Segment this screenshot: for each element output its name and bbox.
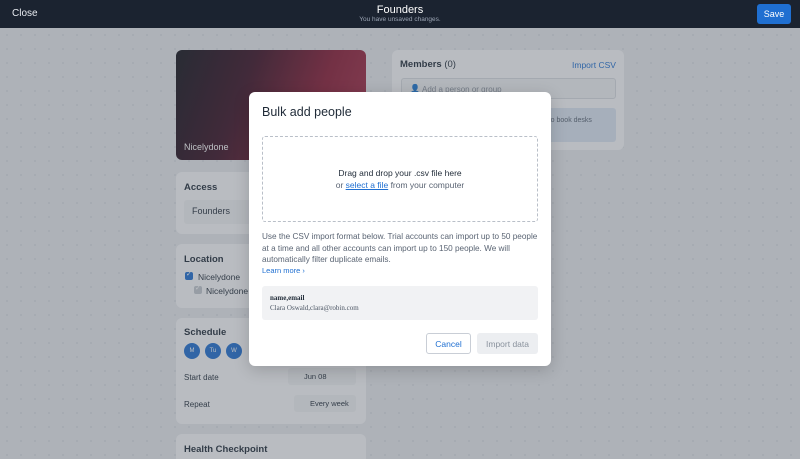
csv-sample-row: Clara Oswald,clara@robin.com bbox=[270, 304, 359, 312]
unsaved-changes-text: You have unsaved changes. bbox=[359, 16, 441, 23]
import-data-button[interactable]: Import data bbox=[477, 333, 538, 354]
dropzone-suffix: from your computer bbox=[390, 180, 465, 190]
dropzone-or: or bbox=[335, 180, 344, 190]
dropzone-instruction: Drag and drop your .csv file here bbox=[338, 168, 462, 178]
top-bar: Close Founders You have unsaved changes.… bbox=[0, 0, 800, 28]
csv-sample-box: name,email Clara Oswald,clara@robin.com bbox=[262, 286, 538, 320]
dropzone-secondary: or select a file from your computer bbox=[263, 180, 537, 190]
modal-title: Bulk add people bbox=[262, 105, 352, 119]
save-button[interactable]: Save bbox=[757, 4, 791, 24]
csv-sample-header: name,email bbox=[270, 294, 305, 302]
select-file-link[interactable]: select a file bbox=[346, 180, 389, 190]
page-title: Founders bbox=[376, 4, 424, 16]
learn-more-link[interactable]: Learn more › bbox=[262, 266, 305, 275]
csv-dropzone[interactable]: Drag and drop your .csv file here or sel… bbox=[262, 136, 538, 222]
bulk-add-modal: Bulk add people Drag and drop your .csv … bbox=[249, 92, 551, 366]
cancel-button[interactable]: Cancel bbox=[426, 333, 471, 354]
import-description: Use the CSV import format below. Trial a… bbox=[262, 232, 538, 265]
